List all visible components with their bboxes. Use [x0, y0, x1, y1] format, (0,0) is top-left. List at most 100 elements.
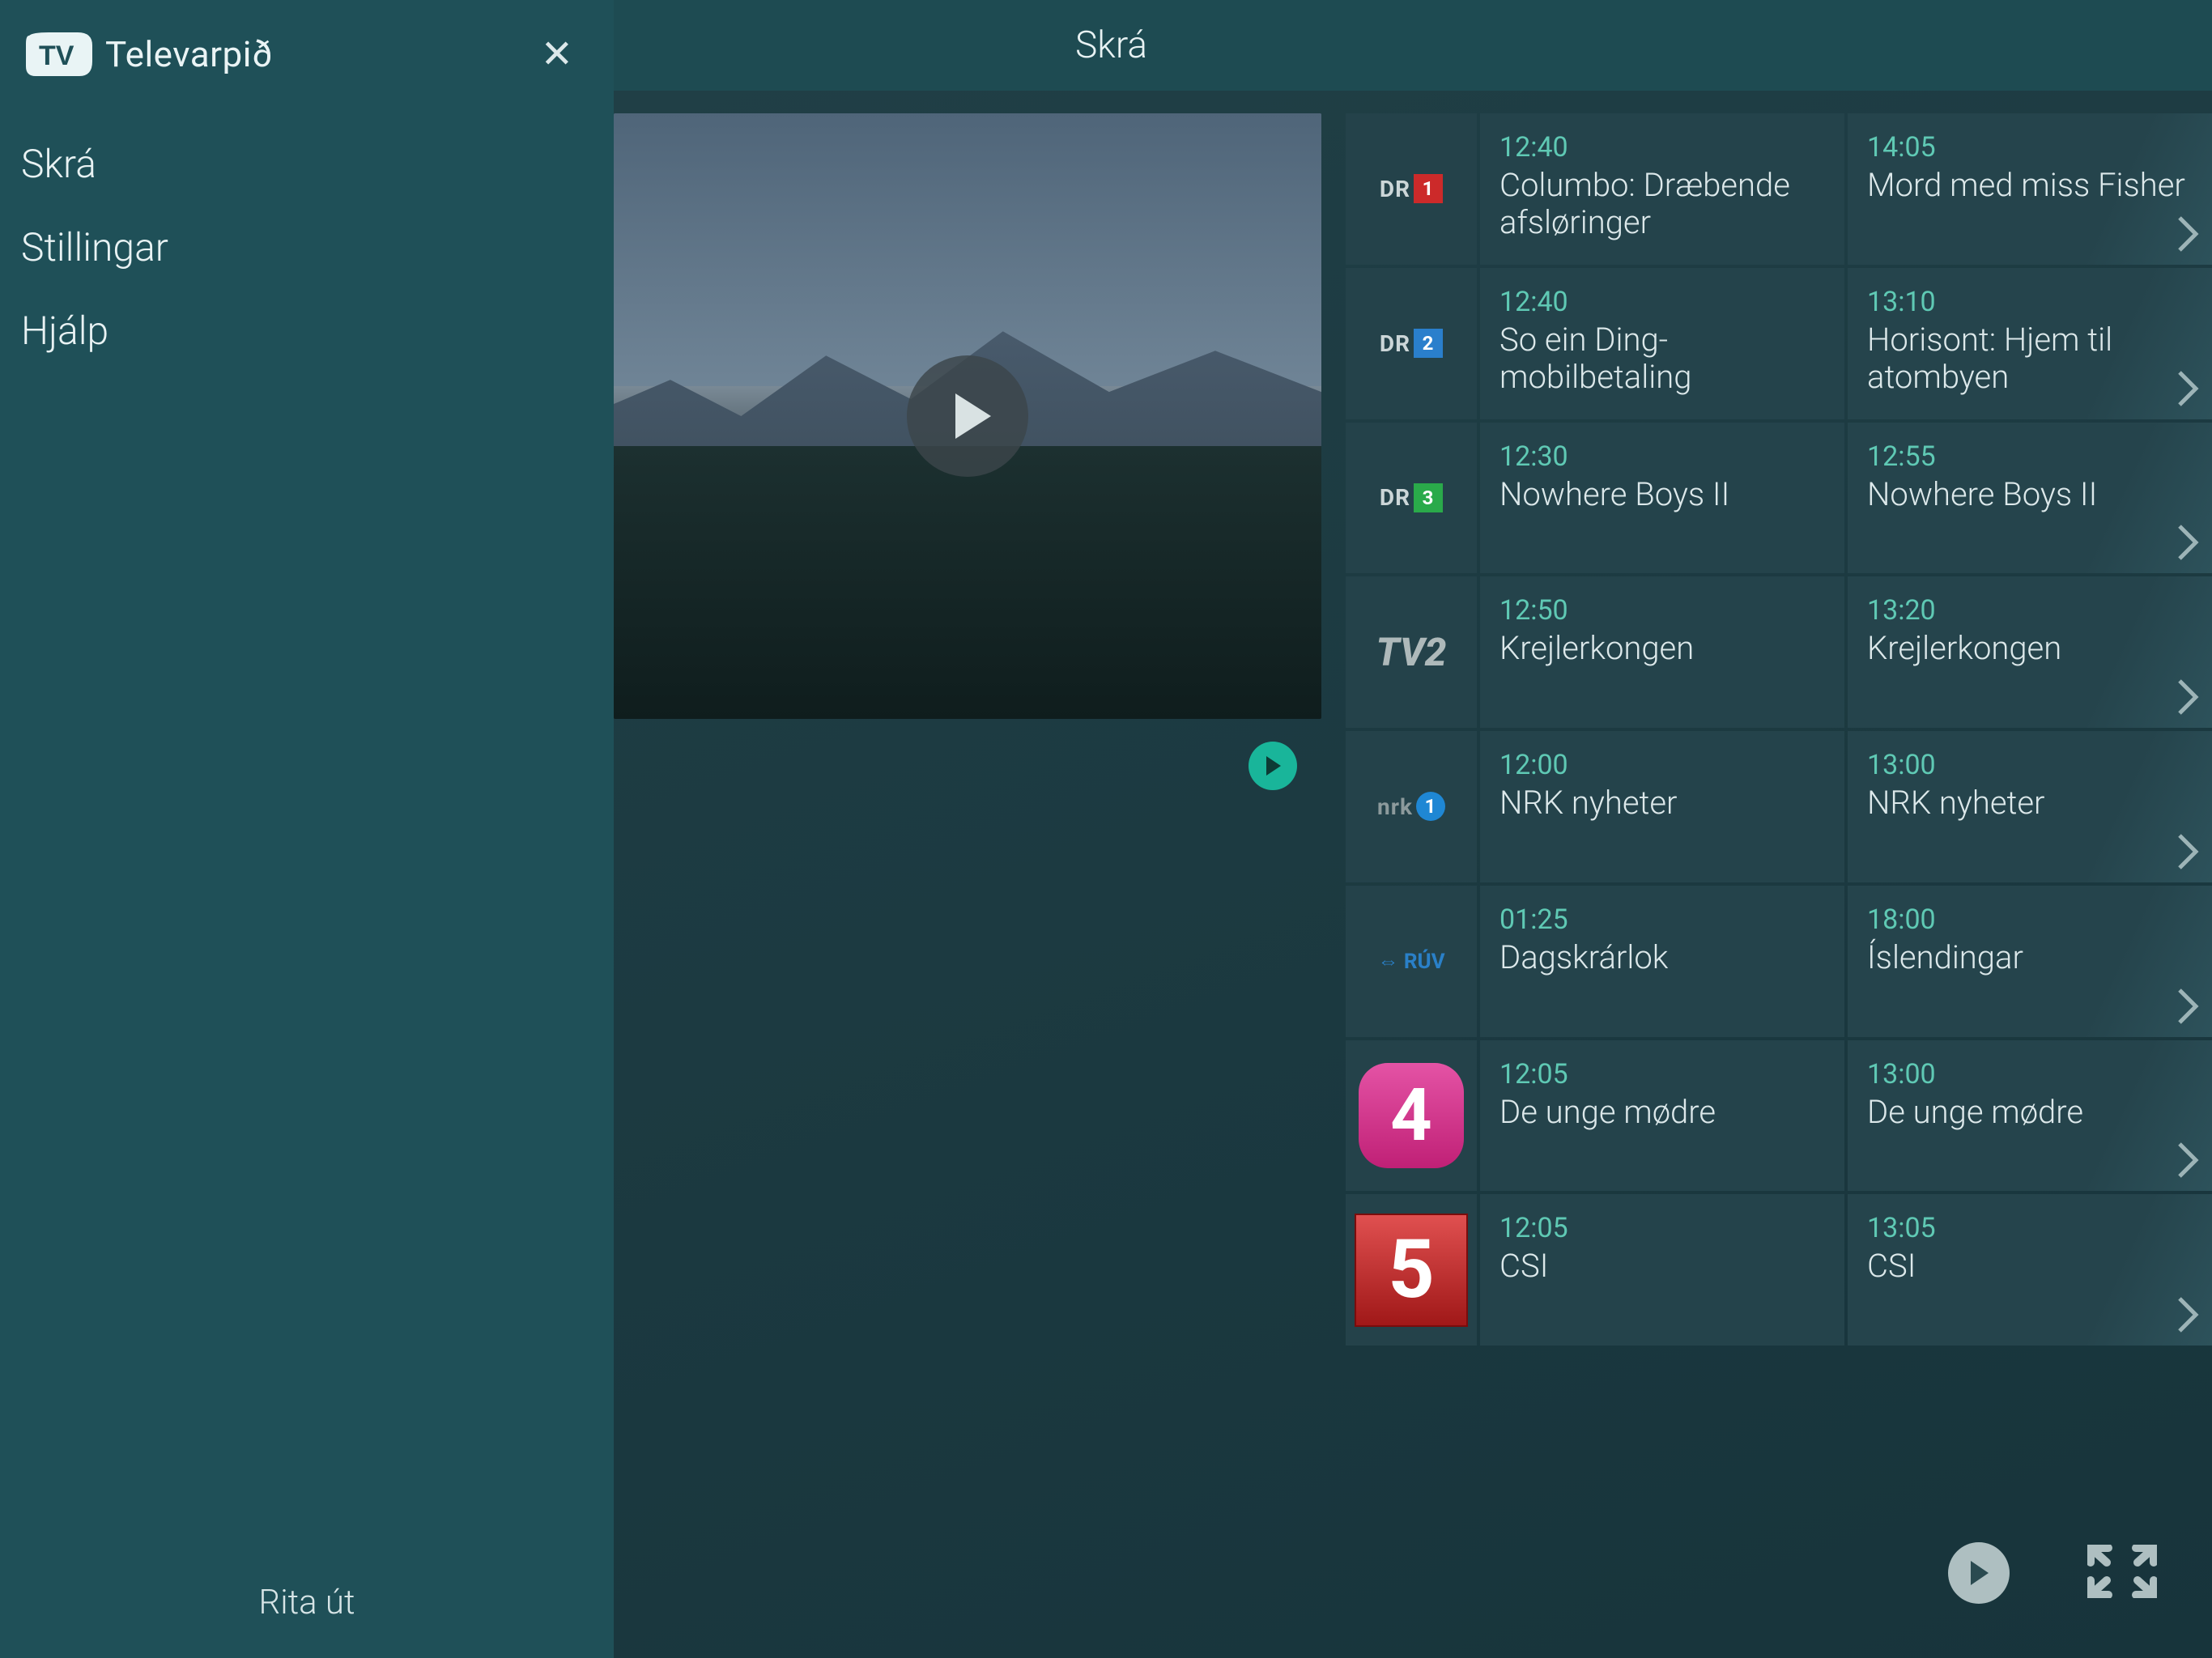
channel-row: DR2 12:40 So ein Ding-mobilbetaling 13:1…: [1346, 268, 2212, 419]
program-time: 13:00: [1867, 749, 2193, 781]
channel-logo-kanal4[interactable]: 4: [1346, 1040, 1477, 1192]
logout-button[interactable]: Rita út: [0, 1583, 614, 1622]
app-root: TV Televarpið ✕ Skrá Stillingar Hjálp Ri…: [0, 0, 2212, 1658]
video-panel: [614, 113, 1321, 1346]
sidebar-footer: Rita út: [0, 1583, 614, 1658]
main-content: DR1 12:40 Columbo: Dræbende afsløringer …: [614, 91, 2212, 1658]
channel-list[interactable]: DR1 12:40 Columbo: Dræbende afsløringer …: [1346, 113, 2212, 1346]
chevron-right-icon: [2176, 832, 2201, 871]
tv-logo-icon: TV: [24, 29, 94, 79]
fullscreen-icon: [2087, 1545, 2157, 1598]
program-time: 01:25: [1499, 903, 1825, 936]
content-row: DR1 12:40 Columbo: Dræbende afsløringer …: [614, 91, 2212, 1346]
chevron-right-icon: [2176, 215, 2201, 253]
program-time: 13:05: [1867, 1212, 2193, 1244]
chevron-right-icon: [2176, 1141, 2201, 1180]
program-time: 12:05: [1499, 1212, 1825, 1244]
fullscreen-button[interactable]: [2087, 1545, 2157, 1601]
page-title: Skrá: [1075, 23, 1147, 67]
program-next[interactable]: 13:20 Krejlerkongen: [1848, 576, 2212, 728]
program-time: 18:00: [1867, 903, 2193, 936]
video-preview[interactable]: [614, 113, 1321, 719]
brand-name: Televarpið: [105, 33, 273, 75]
sidebar-item-hjalp[interactable]: Hjálp: [21, 308, 593, 354]
program-next[interactable]: 13:00 NRK nyheter: [1848, 731, 2212, 882]
mini-play-button[interactable]: [1249, 742, 1297, 790]
program-title: De unge mødre: [1499, 1094, 1825, 1131]
program-title: Horisont: Hjem til atombyen: [1867, 321, 2193, 396]
channel-row: DR3 12:30 Nowhere Boys II 12:55 Nowhere …: [1346, 423, 2212, 574]
play-icon: [1964, 1558, 1993, 1588]
program-title: Nowhere Boys II: [1499, 476, 1825, 513]
chevron-right-icon: [2176, 678, 2201, 716]
channel-row: DR1 12:40 Columbo: Dræbende afsløringer …: [1346, 113, 2212, 265]
svg-text:TV: TV: [39, 40, 74, 71]
program-time: 12:40: [1499, 131, 1825, 164]
program-title: De unge mødre: [1867, 1094, 2193, 1131]
program-title: So ein Ding-mobilbetaling: [1499, 321, 1825, 396]
program-now[interactable]: 12:40 Columbo: Dræbende afsløringer: [1480, 113, 1844, 265]
program-next[interactable]: 14:05 Mord med miss Fisher: [1848, 113, 2212, 265]
channel-row: 5 12:05 CSI 13:05 CSI: [1346, 1194, 2212, 1346]
program-title: NRK nyheter: [1499, 784, 1825, 822]
program-title: CSI: [1867, 1248, 2193, 1285]
video-controls: [614, 719, 1321, 790]
program-title: Krejlerkongen: [1867, 630, 2193, 667]
play-overlay-button[interactable]: [907, 355, 1028, 477]
footer-controls: [614, 1488, 2212, 1658]
program-now[interactable]: 12:40 So ein Ding-mobilbetaling: [1480, 268, 1844, 419]
channel-row: nrk1 12:00 NRK nyheter 13:00 NRK nyheter: [1346, 731, 2212, 882]
program-time: 12:55: [1867, 440, 2193, 473]
sidebar-item-stillingar[interactable]: Stillingar: [21, 224, 593, 270]
program-time: 12:40: [1499, 286, 1825, 318]
program-next[interactable]: 13:10 Horisont: Hjem til atombyen: [1848, 268, 2212, 419]
program-title: Mord med miss Fisher: [1867, 167, 2193, 204]
header-bar: Skrá: [614, 0, 2212, 91]
channel-logo-nrk1[interactable]: nrk1: [1346, 731, 1477, 882]
channel-row: ⇔ RÚV 01:25 Dagskrárlok 18:00 Íslendinga…: [1346, 886, 2212, 1037]
program-time: 13:20: [1867, 594, 2193, 627]
program-now[interactable]: 12:05 CSI: [1480, 1194, 1844, 1346]
program-time: 12:00: [1499, 749, 1825, 781]
program-time: 12:05: [1499, 1058, 1825, 1090]
program-next[interactable]: 18:00 Íslendingar: [1848, 886, 2212, 1037]
program-title: Íslendingar: [1867, 939, 2193, 976]
program-time: 13:10: [1867, 286, 2193, 318]
channel-logo-dr1[interactable]: DR1: [1346, 113, 1477, 265]
program-time: 13:00: [1867, 1058, 2193, 1090]
program-title: NRK nyheter: [1867, 784, 2193, 822]
play-icon: [1261, 755, 1284, 777]
channel-row: 4 12:05 De unge mødre 13:00 De unge mødr…: [1346, 1040, 2212, 1192]
program-time: 12:30: [1499, 440, 1825, 473]
play-icon: [946, 390, 998, 442]
program-title: Dagskrárlok: [1499, 939, 1825, 976]
program-title: CSI: [1499, 1248, 1825, 1285]
footer-play-button[interactable]: [1948, 1542, 2010, 1604]
chevron-right-icon: [2176, 523, 2201, 562]
program-next[interactable]: 13:05 CSI: [1848, 1194, 2212, 1346]
program-time: 14:05: [1867, 131, 2193, 164]
program-title: Columbo: Dræbende afsløringer: [1499, 167, 1825, 241]
channel-row: TV2 12:50 Krejlerkongen 13:20 Krejlerkon…: [1346, 576, 2212, 728]
chevron-right-icon: [2176, 369, 2201, 408]
program-now[interactable]: 01:25 Dagskrárlok: [1480, 886, 1844, 1037]
sidebar-header: TV Televarpið ✕: [0, 0, 614, 108]
program-next[interactable]: 12:55 Nowhere Boys II: [1848, 423, 2212, 574]
program-time: 12:50: [1499, 594, 1825, 627]
sidebar-item-skra[interactable]: Skrá: [21, 141, 593, 187]
close-icon[interactable]: ✕: [533, 27, 581, 82]
program-now[interactable]: 12:00 NRK nyheter: [1480, 731, 1844, 882]
channel-logo-tv2[interactable]: TV2: [1346, 576, 1477, 728]
sidebar-nav: Skrá Stillingar Hjálp: [0, 108, 614, 354]
program-now[interactable]: 12:30 Nowhere Boys II: [1480, 423, 1844, 574]
program-next[interactable]: 13:00 De unge mødre: [1848, 1040, 2212, 1192]
chevron-right-icon: [2176, 987, 2201, 1026]
channel-logo-kanal5[interactable]: 5: [1346, 1194, 1477, 1346]
channel-logo-ruv[interactable]: ⇔ RÚV: [1346, 886, 1477, 1037]
channel-logo-dr3[interactable]: DR3: [1346, 423, 1477, 574]
brand-logo: TV Televarpið: [24, 29, 273, 79]
program-now[interactable]: 12:50 Krejlerkongen: [1480, 576, 1844, 728]
channel-logo-dr2[interactable]: DR2: [1346, 268, 1477, 419]
sidebar-drawer: TV Televarpið ✕ Skrá Stillingar Hjálp Ri…: [0, 0, 614, 1658]
program-now[interactable]: 12:05 De unge mødre: [1480, 1040, 1844, 1192]
